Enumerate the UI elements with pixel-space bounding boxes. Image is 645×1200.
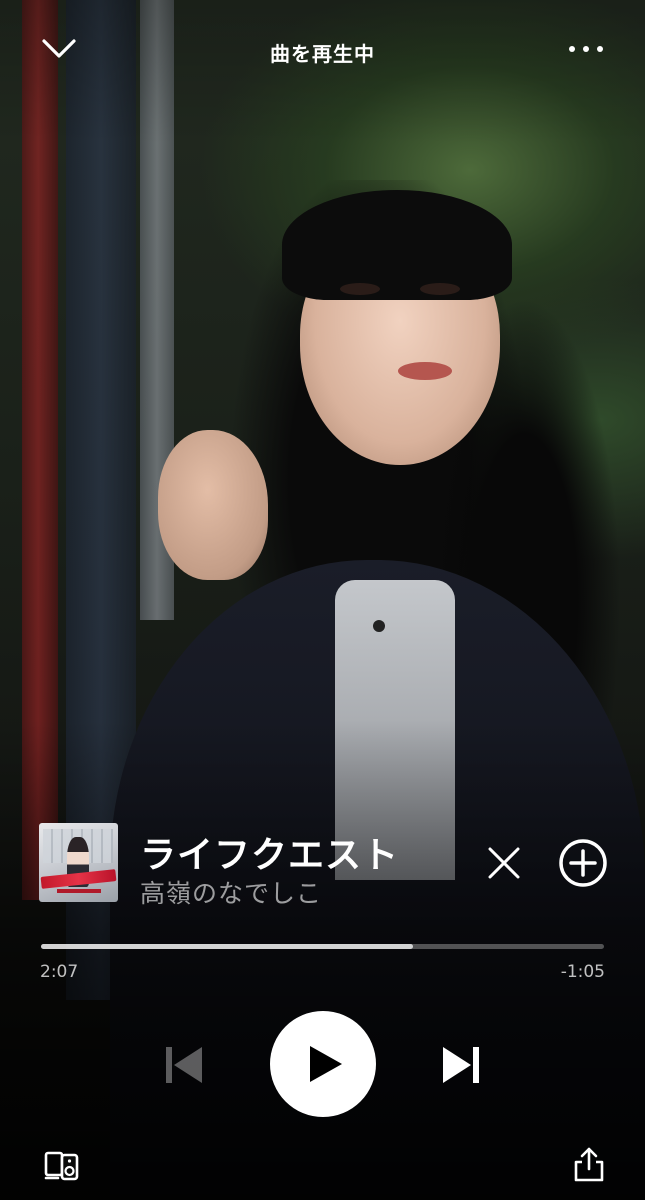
album-artwork[interactable]	[39, 823, 118, 902]
connect-device-icon[interactable]	[44, 1150, 80, 1182]
more-horizontal-icon[interactable]	[566, 36, 606, 62]
play-button[interactable]	[270, 1011, 376, 1117]
artwork-detail	[57, 889, 101, 893]
plus-circle-icon[interactable]	[555, 835, 611, 891]
close-icon[interactable]	[482, 841, 526, 885]
page-title: 曲を再生中	[270, 42, 375, 66]
header-bar: 曲を再生中	[0, 0, 645, 100]
play-icon	[310, 1046, 342, 1082]
remaining-time: -1:05	[560, 962, 605, 982]
track-artist[interactable]: 高嶺のなでしこ	[140, 874, 322, 910]
progress-bar[interactable]	[41, 944, 604, 949]
skip-next-icon[interactable]	[441, 1044, 481, 1086]
progress-fill	[41, 944, 413, 949]
track-title: ライフクエスト	[140, 835, 400, 876]
skip-previous-icon[interactable]	[164, 1044, 204, 1086]
elapsed-time: 2:07	[40, 962, 79, 982]
share-icon[interactable]	[572, 1147, 606, 1183]
